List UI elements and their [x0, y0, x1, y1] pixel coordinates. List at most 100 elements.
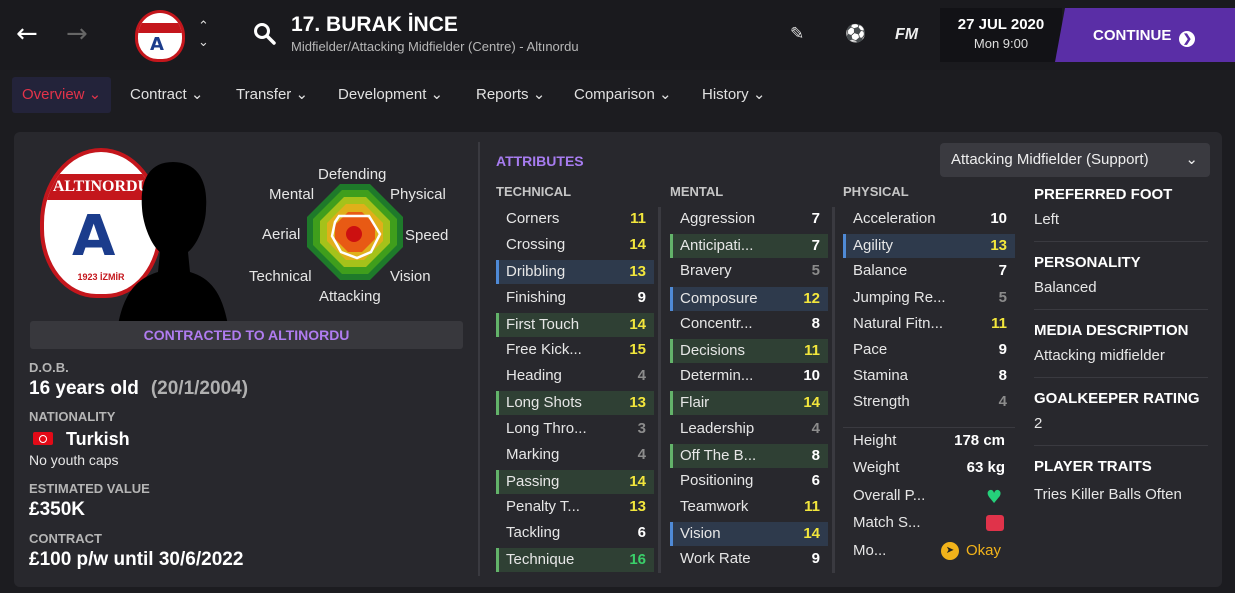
attribute-row[interactable]: Strength 4 [843, 390, 1015, 416]
technical-header: TECHNICAL [496, 184, 572, 199]
attribute-row[interactable]: Penalty T... 13 [496, 495, 654, 521]
attribute-value: 9 [637, 288, 646, 306]
tab-contract[interactable]: Contract ⌄ [130, 77, 203, 113]
attribute-row[interactable]: Dribbling 13 [496, 260, 654, 285]
media-description-label: MEDIA DESCRIPTION [1034, 322, 1189, 339]
attribute-name: Anticipati... [680, 237, 754, 255]
attribute-value: 9 [811, 550, 820, 568]
attribute-name: Tackling [506, 524, 561, 542]
attribute-value: 5 [998, 288, 1007, 306]
attribute-row[interactable]: Passing 14 [496, 469, 654, 494]
attribute-row[interactable]: Jumping Re... 5 [843, 286, 1015, 312]
attribute-row[interactable]: First Touch 14 [496, 312, 654, 337]
edit-pencil-icon[interactable]: ✎ [790, 24, 804, 44]
contract-label: CONTRACT [29, 531, 102, 546]
attribute-row[interactable]: Leadership 4 [670, 417, 828, 443]
player-trait-item[interactable]: Tries Killer Balls Often [1034, 486, 1182, 503]
chevron-down-icon: ⌄ [1185, 151, 1198, 168]
attribute-row[interactable]: Free Kick... 15 [496, 338, 654, 364]
role-dropdown-value: Attacking Midfielder (Support) [951, 151, 1149, 168]
date-text: 27 JUL 2020 [957, 16, 1045, 33]
attribute-row[interactable]: Long Shots 13 [496, 391, 654, 416]
attribute-row[interactable]: Corners 11 [496, 207, 654, 233]
attribute-row[interactable]: Positioning 6 [670, 469, 828, 495]
attribute-row[interactable]: Teamwork 11 [670, 495, 828, 521]
attribute-row[interactable]: Pace 9 [843, 338, 1015, 364]
attribute-name: Penalty T... [506, 498, 580, 516]
attribute-value: 10 [803, 367, 820, 385]
attribute-row[interactable]: Determin... 10 [670, 364, 828, 390]
column-scrollbar[interactable] [832, 207, 835, 573]
attribute-row[interactable]: Bravery 5 [670, 259, 828, 285]
column-scrollbar[interactable] [658, 207, 661, 573]
attribute-name: Determin... [680, 367, 754, 385]
ball-icon[interactable]: ⚽ [845, 24, 866, 44]
attribute-row[interactable]: Crossing 14 [496, 233, 654, 259]
attribute-value: 11 [804, 498, 820, 516]
tab-label: Transfer [236, 86, 292, 103]
continue-button[interactable]: CONTINUE ❯ [1055, 8, 1235, 62]
attribute-row[interactable]: Work Rate 9 [670, 547, 828, 573]
back-arrow-icon[interactable]: ← [16, 20, 38, 48]
date-display[interactable]: 27 JUL 2020 Mon 9:00 [940, 8, 1062, 62]
attribute-value: 4 [998, 393, 1007, 411]
attribute-row[interactable]: Vision 14 [670, 522, 828, 547]
attribute-name: Concentr... [680, 314, 753, 332]
attribute-row[interactable]: Finishing 9 [496, 286, 654, 312]
tab-development[interactable]: Development ⌄ [338, 77, 443, 113]
tab-history[interactable]: History ⌄ [702, 77, 765, 113]
attribute-row[interactable]: Heading 4 [496, 364, 654, 390]
fm-menu-button[interactable]: FM [895, 26, 918, 44]
attribute-row[interactable]: Anticipati... 7 [670, 234, 828, 259]
attribute-row[interactable]: Concentr... 8 [670, 312, 828, 338]
media-description-value[interactable]: Attacking midfielder [1034, 347, 1165, 364]
attribute-name: Decisions [680, 341, 746, 359]
attribute-value: 5 [811, 262, 820, 280]
attribute-row[interactable]: Flair 14 [670, 391, 828, 416]
attribute-row[interactable]: Off The B... 8 [670, 443, 828, 468]
personality-value[interactable]: Balanced [1034, 279, 1097, 296]
divider [1034, 241, 1208, 242]
attribute-row[interactable]: Technique 16 [496, 548, 654, 573]
tab-comparison[interactable]: Comparison ⌄ [574, 77, 672, 113]
club-crest-icon[interactable]: A [135, 10, 185, 62]
attribute-name: Technique [506, 551, 575, 569]
tab-label: Overview [22, 86, 85, 103]
physical-attributes: Acceleration 10 Agility 13 Balance 7 Jumping R… [843, 207, 1015, 417]
attribute-row[interactable]: Acceleration 10 [843, 207, 1015, 233]
attribute-name: Leadership [680, 419, 755, 437]
tab-label: Comparison [574, 86, 655, 103]
chevron-up-icon[interactable]: ⌃ [198, 18, 209, 34]
attribute-row[interactable]: Agility 13 [843, 234, 1015, 259]
attribute-row[interactable]: Composure 12 [670, 286, 828, 311]
attribute-row[interactable]: Stamina 8 [843, 364, 1015, 390]
chevron-down-icon[interactable]: ⌄ [198, 34, 209, 50]
attribute-row[interactable]: Aggression 7 [670, 207, 828, 233]
tab-transfer[interactable]: Transfer ⌄ [236, 77, 308, 113]
tab-label: History [702, 86, 749, 103]
tab-overview[interactable]: Overview ⌄ [12, 77, 112, 113]
attribute-row[interactable]: Marking 4 [496, 443, 654, 469]
player-name: 17. BURAK İNCE [291, 13, 458, 36]
attribute-name: Corners [506, 210, 560, 227]
attribute-radar [307, 184, 403, 280]
match-sharpness-icon[interactable] [986, 515, 1004, 531]
role-dropdown[interactable]: Attacking Midfielder (Support) ⌄ [940, 143, 1210, 177]
forward-arrow-icon[interactable]: → [66, 20, 88, 48]
nationality-value[interactable]: Turkish [66, 429, 130, 450]
overall-label: Overall P... [853, 487, 926, 504]
attribute-row[interactable]: Long Thro... 3 [496, 417, 654, 443]
attribute-row[interactable]: Balance 7 [843, 259, 1015, 285]
attribute-name: Pace [853, 340, 888, 358]
attribute-row[interactable]: Tackling 6 [496, 521, 654, 547]
tab-reports[interactable]: Reports ⌄ [476, 77, 545, 113]
attribute-name: Finishing [506, 288, 567, 306]
attribute-value: 13 [990, 237, 1007, 255]
attribute-row[interactable]: Natural Fitn... 11 [843, 312, 1015, 338]
mental-header: MENTAL [670, 184, 724, 199]
attribute-name: Dribbling [506, 263, 566, 281]
player-switcher[interactable]: ⌃ ⌄ [198, 18, 209, 50]
heart-icon[interactable]: ♥ [986, 487, 1002, 508]
search-icon[interactable] [253, 22, 277, 46]
attribute-row[interactable]: Decisions 11 [670, 338, 828, 363]
